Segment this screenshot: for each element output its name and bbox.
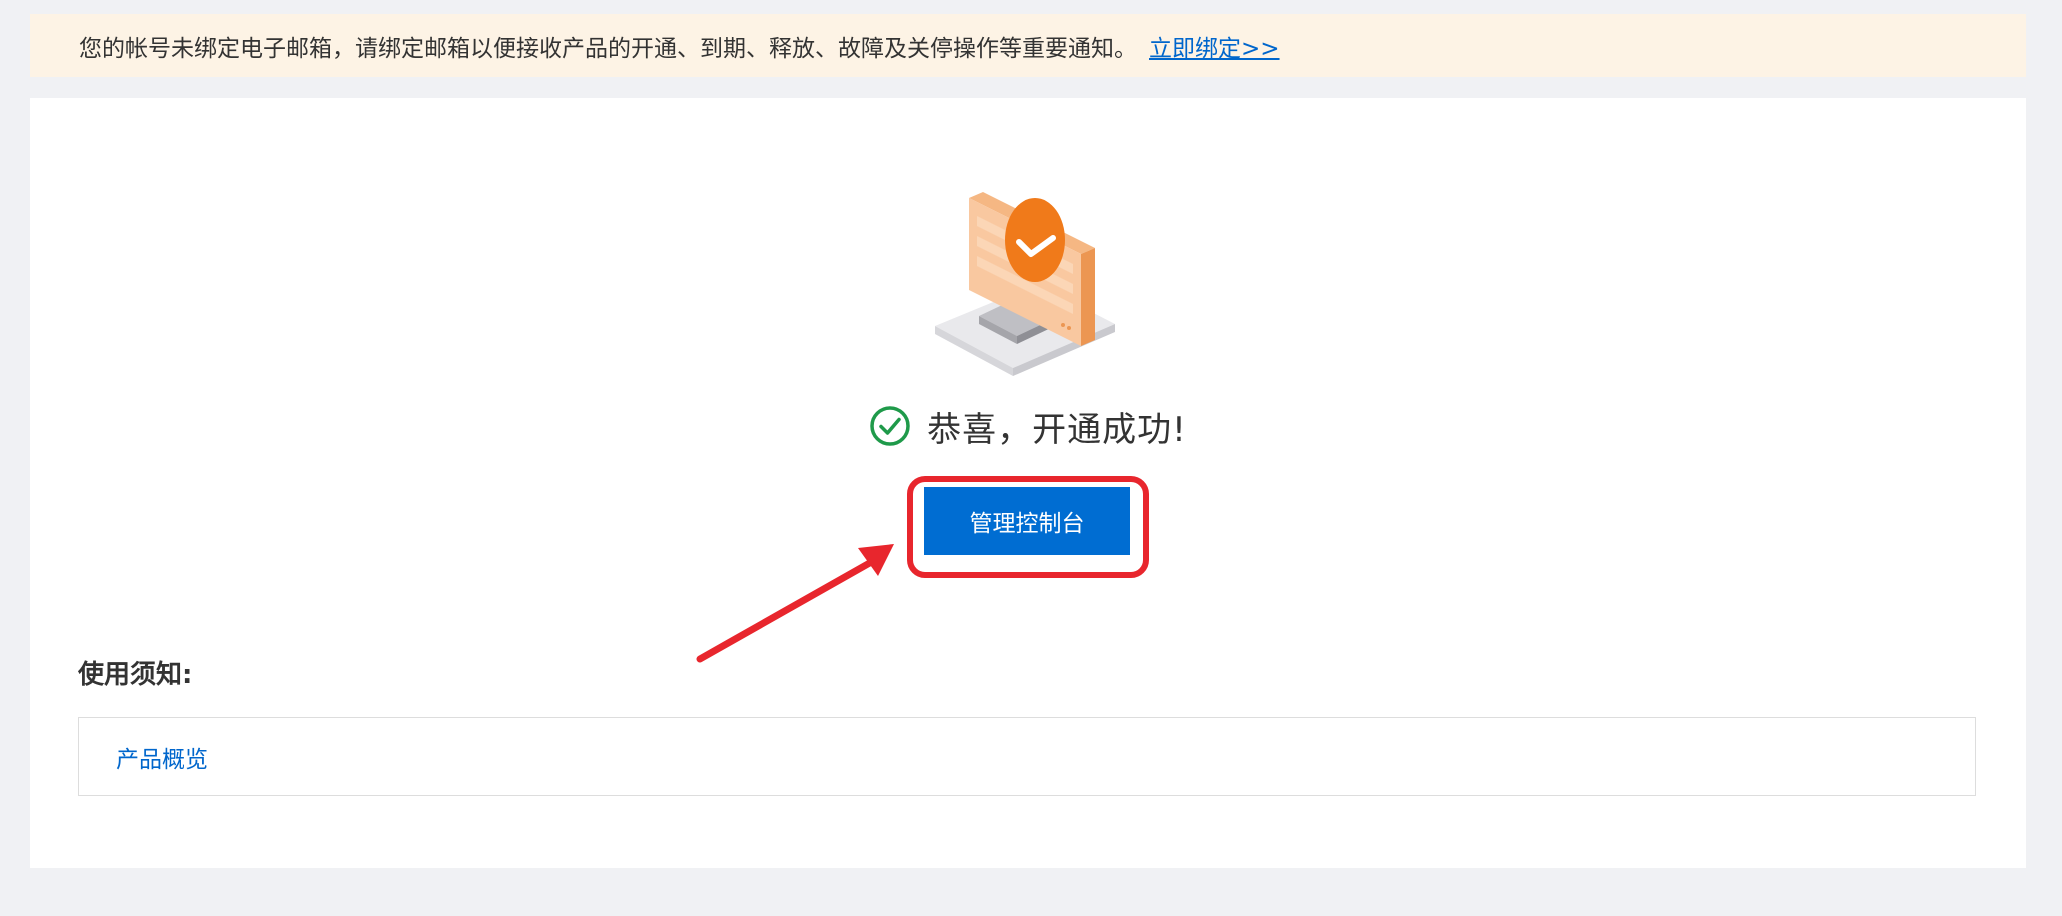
- monitor-success-icon: [935, 190, 1135, 380]
- usage-notes-title: 使用须知:: [78, 660, 193, 690]
- success-message-row: 恭喜，开通成功!: [30, 402, 2026, 450]
- bind-email-link[interactable]: 立即绑定>>: [1149, 29, 1280, 63]
- email-binding-notice: 您的帐号未绑定电子邮箱，请绑定邮箱以便接收产品的开通、到期、释放、故障及关停操作…: [30, 14, 2026, 77]
- success-message: 恭喜，开通成功!: [927, 409, 1187, 450]
- usage-notes-box: 产品概览: [78, 717, 1976, 796]
- product-overview-link[interactable]: 产品概览: [116, 740, 208, 774]
- check-circle-icon: [869, 405, 911, 447]
- management-console-button[interactable]: 管理控制台: [924, 487, 1130, 555]
- notice-message: 您的帐号未绑定电子邮箱，请绑定邮箱以便接收产品的开通、到期、释放、故障及关停操作…: [79, 35, 1137, 62]
- main-panel: 恭喜，开通成功! 管理控制台 使用须知: 产品概览: [30, 98, 2026, 868]
